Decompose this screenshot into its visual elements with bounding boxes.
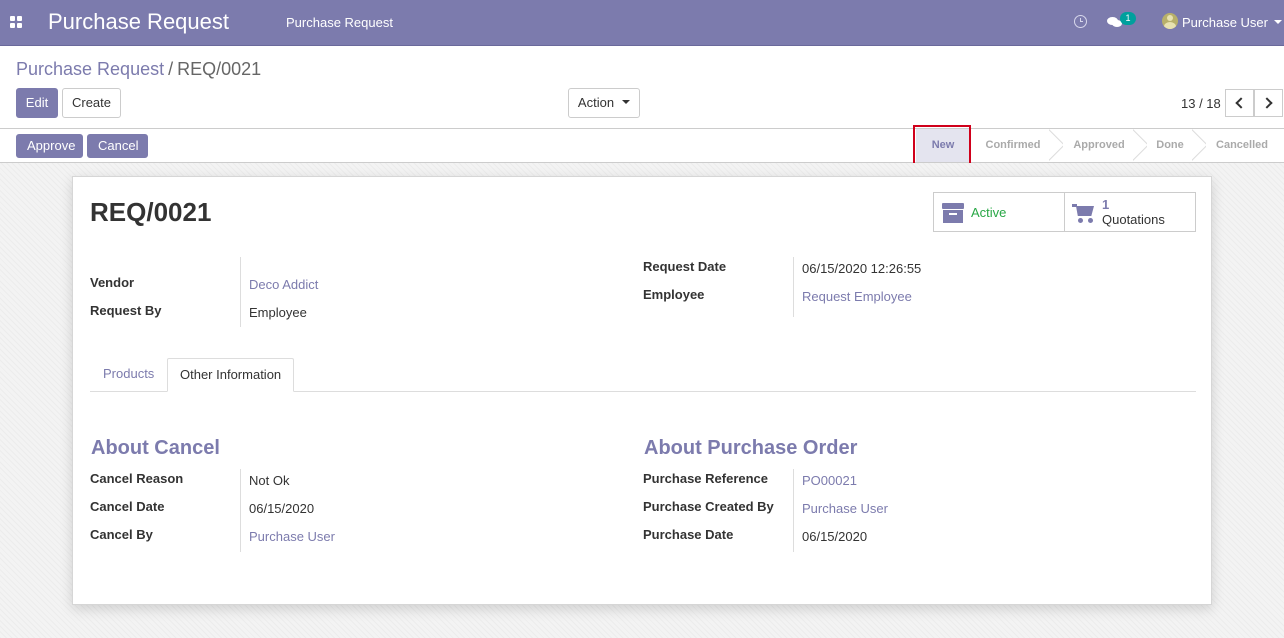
stage-arrow [1049, 129, 1063, 162]
caret-down-icon[interactable] [1274, 20, 1282, 24]
cancel-by-value[interactable]: Purchase User [249, 529, 335, 544]
top-navbar: Purchase Request Purchase Request 1 Purc… [0, 0, 1284, 46]
active-toggle-button[interactable]: Active [933, 192, 1065, 232]
chevron-right-icon [1261, 97, 1273, 109]
purchase-reference-label: Purchase Reference [643, 471, 769, 486]
apps-icon[interactable] [10, 16, 22, 28]
purchase-reference-value[interactable]: PO00021 [802, 473, 857, 488]
breadcrumb-current: REQ/0021 [177, 59, 262, 79]
employee-label: Employee [643, 287, 705, 302]
purchase-date-value: 06/15/2020 [802, 529, 868, 544]
stage-arrow [1192, 129, 1206, 162]
active-label: Active [971, 205, 1007, 220]
field-separator [240, 469, 241, 552]
stage-done[interactable]: Done [1148, 129, 1192, 162]
stage-approved[interactable]: Approved [1064, 129, 1134, 162]
quotations-button[interactable]: 1 Quotations [1064, 192, 1196, 232]
request-date-value: 06/15/2020 12:26:55 [802, 261, 922, 276]
request-by-label: Request By [90, 303, 162, 318]
stage-new-highlight [913, 125, 971, 167]
about-purchase-order-title: About Purchase Order [644, 437, 858, 459]
cancel-reason-label: Cancel Reason [90, 471, 184, 486]
user-menu[interactable]: Purchase User [1182, 15, 1268, 30]
quotations-label: Quotations [1102, 212, 1165, 227]
vendor-value[interactable]: Deco Addict [249, 277, 318, 292]
employee-value[interactable]: Request Employee [802, 289, 912, 304]
about-cancel-title: About Cancel [91, 437, 220, 459]
menu-item-purchase-request[interactable]: Purchase Request [286, 15, 393, 30]
cart-icon [1072, 204, 1096, 224]
breadcrumb: Purchase Request / REQ/0021 [16, 59, 261, 80]
cancel-date-label: Cancel Date [90, 499, 165, 514]
cancel-date-value: 06/15/2020 [249, 501, 315, 516]
tab-products[interactable]: Products [91, 358, 166, 392]
avatar[interactable] [1162, 13, 1178, 29]
chevron-left-icon [1235, 97, 1247, 109]
app-title[interactable]: Purchase Request [48, 9, 229, 35]
pager-value[interactable]: 13 / 18 [1181, 96, 1221, 111]
vendor-label: Vendor [90, 275, 135, 290]
action-label: Action [577, 95, 615, 110]
chat-count-badge: 1 [1120, 12, 1136, 25]
purchase-created-by-value[interactable]: Purchase User [802, 501, 888, 516]
request-by-value: Employee [249, 305, 307, 320]
pager-previous-button[interactable] [1225, 89, 1254, 117]
form-sheet: REQ/0021 Active 1 Quotations Vendor Deco… [72, 176, 1212, 605]
record-title: REQ/0021 [90, 197, 212, 227]
cancel-reason-value: Not Ok [249, 473, 290, 488]
create-button[interactable]: Create [62, 88, 121, 118]
purchase-date-label: Purchase Date [643, 527, 734, 542]
field-separator [240, 257, 241, 327]
statusbar: Approve Cancel New Confirmed Approved Do… [0, 128, 1284, 163]
archive-icon [942, 203, 964, 223]
breadcrumb-parent[interactable]: Purchase Request [16, 59, 164, 79]
caret-down-icon [622, 99, 631, 104]
field-separator [793, 257, 794, 317]
stage-confirmed[interactable]: Confirmed [975, 129, 1051, 162]
edit-button[interactable]: Edit [16, 88, 58, 118]
pager-next-button[interactable] [1254, 89, 1283, 117]
stage-cancelled[interactable]: Cancelled [1208, 129, 1276, 162]
tab-other-information[interactable]: Other Information [167, 358, 295, 392]
cancel-by-label: Cancel By [90, 527, 153, 542]
stage-arrow [1133, 129, 1147, 162]
approve-button[interactable]: Approve [16, 134, 83, 158]
quotations-count: 1 [1102, 197, 1110, 212]
breadcrumb-separator: / [168, 59, 174, 79]
cancel-button[interactable]: Cancel [87, 134, 148, 158]
field-separator [793, 469, 794, 552]
action-dropdown[interactable]: Action [568, 88, 640, 118]
request-date-label: Request Date [643, 259, 727, 274]
clock-icon[interactable] [1074, 15, 1087, 28]
purchase-created-by-label: Purchase Created By [643, 499, 774, 514]
